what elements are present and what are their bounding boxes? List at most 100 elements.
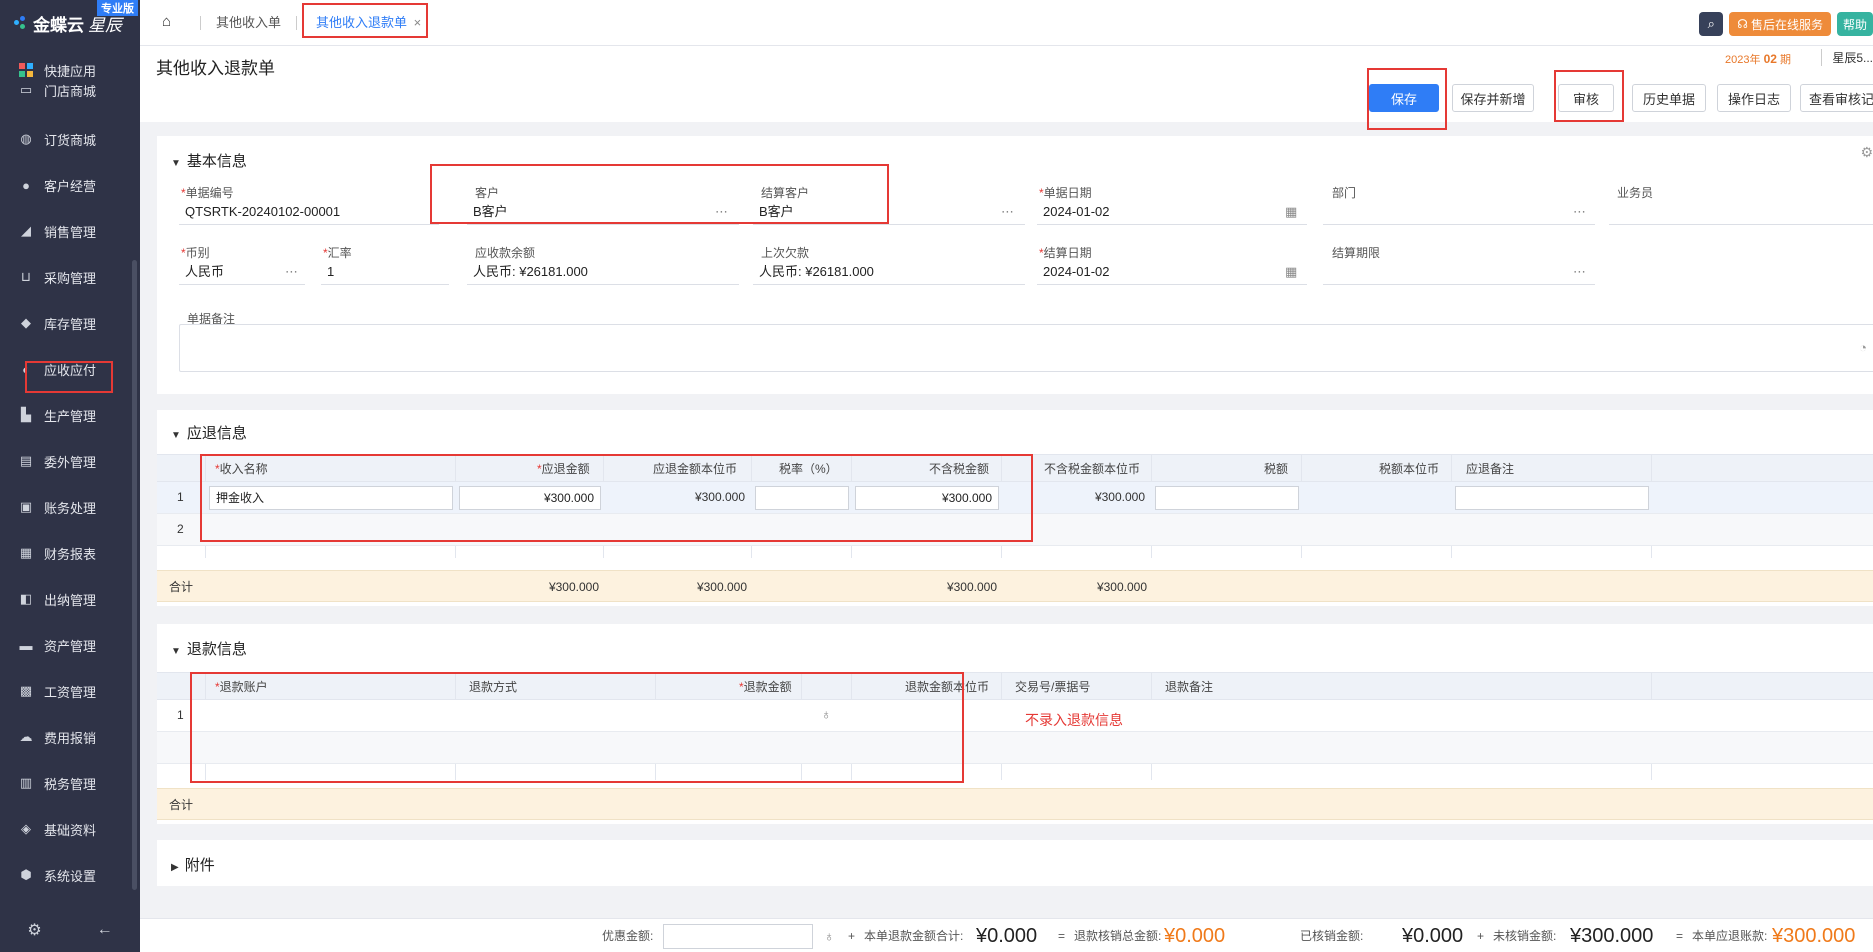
bill-no-field[interactable]: QTSRTK-20240102-00001: [179, 199, 439, 225]
collapse-arrow-icon[interactable]: ←: [97, 921, 113, 939]
table-row[interactable]: 1 押金收入 ¥300.000 ¥300.000 ¥300.000 ¥300.0…: [157, 482, 1873, 514]
sidebar-item-sales[interactable]: ◢ 销售管理: [0, 208, 140, 254]
tab-other-income-refund[interactable]: 其他收入退款单 ×: [316, 12, 421, 34]
view-audit-record-button[interactable]: 查看审核记: [1800, 84, 1873, 112]
sidebar-item-customer[interactable]: ● 客户经营: [0, 162, 140, 208]
refund-total-row: 合计: [157, 788, 1873, 820]
audit-button[interactable]: 审核: [1558, 84, 1614, 112]
sidebar-item-salary[interactable]: ▩ 工资管理: [0, 668, 140, 714]
sidebar-item-label: 库存管理: [44, 316, 97, 332]
factory-icon: ▙: [21, 407, 31, 422]
rate-field[interactable]: 1: [321, 259, 449, 285]
brand-logo[interactable]: 金蝶云 星辰 专业版: [0, 0, 140, 46]
search-icon[interactable]: ⌕: [1699, 12, 1724, 36]
total-net-amount-base: ¥300.000: [1096, 580, 1147, 594]
after-sales-service-button[interactable]: ☊ 售后在线服务: [1729, 12, 1831, 36]
equals-sign: =: [1676, 929, 1684, 943]
sidebar-item-outsource[interactable]: ▤ 委外管理: [0, 438, 140, 484]
settle-term-field[interactable]: [1323, 259, 1595, 285]
help-button[interactable]: 帮助: [1836, 12, 1873, 36]
net-amount-input[interactable]: ¥300.000: [855, 486, 999, 510]
more-options-icon[interactable]: ⋯: [1573, 264, 1586, 280]
unwritten-value: ¥300.000: [1570, 925, 1654, 947]
save-and-new-button[interactable]: 保存并新增: [1452, 84, 1534, 112]
table-row[interactable]: [157, 732, 1873, 764]
col-refund-amount: *应退金额: [537, 462, 590, 476]
receivable-icon: ◐: [22, 361, 30, 377]
service-label: 售后在线服务: [1750, 17, 1823, 32]
section-title[interactable]: ▼ 退款信息: [171, 638, 247, 659]
ledger-icon: ▣: [19, 499, 33, 514]
tax-input[interactable]: [1155, 486, 1299, 510]
sidebar-item-purchase[interactable]: ⊔ 采购管理: [0, 254, 140, 300]
accounting-period[interactable]: 2023年 02 期: [1725, 51, 1791, 67]
sidebar-item-production[interactable]: ▙ 生产管理: [0, 392, 140, 438]
settle-date-field[interactable]: 2024-01-02: [1037, 259, 1307, 285]
tab-other-income[interactable]: 其他收入单: [216, 12, 281, 34]
sidebar-item-quick-apps[interactable]: 快捷应用: [0, 60, 140, 80]
close-icon[interactable]: ×: [414, 15, 422, 30]
section-title[interactable]: ▼ 应退信息: [171, 422, 247, 443]
sidebar-item-fin-report[interactable]: ▦ 财务报表: [0, 530, 140, 576]
table-row[interactable]: 2: [157, 514, 1873, 546]
calendar-icon[interactable]: ▦: [1285, 264, 1297, 280]
discount-input[interactable]: [663, 924, 813, 949]
sidebar-item-settings[interactable]: ⬢ 系统设置: [0, 852, 140, 898]
more-options-icon[interactable]: ⋯: [1001, 204, 1014, 220]
sidebar-item-order-mall[interactable]: ◍ 订货商城: [0, 116, 140, 162]
sidebar-item-basic-data[interactable]: ◈ 基础资料: [0, 806, 140, 852]
department-field[interactable]: [1323, 199, 1595, 225]
due-value: ¥300.000: [1772, 925, 1856, 947]
collapse-triangle-icon: ▼: [171, 158, 181, 169]
more-options-icon[interactable]: ⋯: [715, 204, 728, 220]
history-bills-button[interactable]: 历史单据: [1632, 84, 1706, 112]
income-name-input[interactable]: 押金收入: [209, 486, 453, 510]
refund-amount-input[interactable]: ¥300.000: [459, 486, 601, 510]
more-options-icon[interactable]: ⋯: [285, 264, 298, 280]
sidebar-item-inventory[interactable]: ◆ 库存管理: [0, 300, 140, 346]
operation-log-button[interactable]: 操作日志: [1717, 84, 1791, 112]
user-name[interactable]: 星辰5...: [1821, 49, 1873, 66]
col-refund-amount-base: 退款金额本位币: [905, 680, 990, 694]
customer-field[interactable]: B客户: [467, 199, 739, 225]
refund-writeoff-value: ¥0.000: [1164, 925, 1226, 947]
refund-remark-input[interactable]: [1455, 486, 1649, 510]
settings-gear-icon[interactable]: ⚙: [1860, 144, 1873, 161]
due-label: 本单应退账款:: [1692, 929, 1768, 943]
home-icon[interactable]: ⌂: [162, 13, 171, 30]
settle-customer-field[interactable]: B客户: [753, 199, 1025, 225]
bill-date-field[interactable]: 2024-01-02: [1037, 199, 1307, 225]
top-right-tools: ⌕ ☊ 售后在线服务 帮助: [1699, 12, 1873, 36]
section-title-text: 退款信息: [186, 641, 247, 658]
section-title[interactable]: ▶ 附件: [171, 854, 215, 875]
sidebar-scrollbar[interactable]: [132, 260, 137, 890]
sidebar-item-assets[interactable]: ▬ 资产管理: [0, 622, 140, 668]
row-number: 1: [177, 708, 184, 722]
money-bag-icon[interactable]: ♁: [824, 919, 835, 952]
apps-grid-icon: [18, 62, 34, 78]
page-header: 其他收入退款单 2023年 02 期 星辰5... 保存 保存并新增 审核 历史…: [140, 46, 1873, 122]
sidebar-item-store-mall[interactable]: ▭ 门店商城: [0, 80, 140, 100]
divider: [296, 16, 297, 30]
save-button[interactable]: 保存: [1369, 84, 1439, 112]
sidebar-item-tax[interactable]: ▥ 税务管理: [0, 760, 140, 806]
sidebar-item-expense[interactable]: ☁ 费用报销: [0, 714, 140, 760]
sidebar-item-accounting[interactable]: ▣ 账务处理: [0, 484, 140, 530]
calendar-icon[interactable]: ▦: [1285, 204, 1297, 220]
gear-icon[interactable]: ⚙: [27, 920, 41, 940]
customer-icon: ●: [22, 177, 30, 193]
money-bag-icon[interactable]: ♁: [821, 706, 832, 722]
resize-icon[interactable]: ◔: [1859, 340, 1867, 355]
sidebar-item-receivable[interactable]: ◐ 应收应付: [0, 346, 140, 392]
sidebar-item-cashier[interactable]: ◧ 出纳管理: [0, 576, 140, 622]
salesman-field[interactable]: [1609, 199, 1873, 225]
table-row[interactable]: 1 ♁: [157, 700, 1873, 732]
section-title[interactable]: ▼ 基本信息: [171, 150, 247, 171]
tax-rate-input[interactable]: [755, 486, 849, 510]
more-options-icon[interactable]: ⋯: [1573, 204, 1586, 220]
unwritten-label: 未核销金额:: [1493, 929, 1557, 943]
col-income-name: *收入名称: [215, 462, 268, 476]
sidebar-item-label: 快捷应用: [44, 63, 97, 79]
annotation-text: 不录入退款信息: [1025, 712, 1123, 728]
remark-textarea[interactable]: [179, 324, 1873, 372]
